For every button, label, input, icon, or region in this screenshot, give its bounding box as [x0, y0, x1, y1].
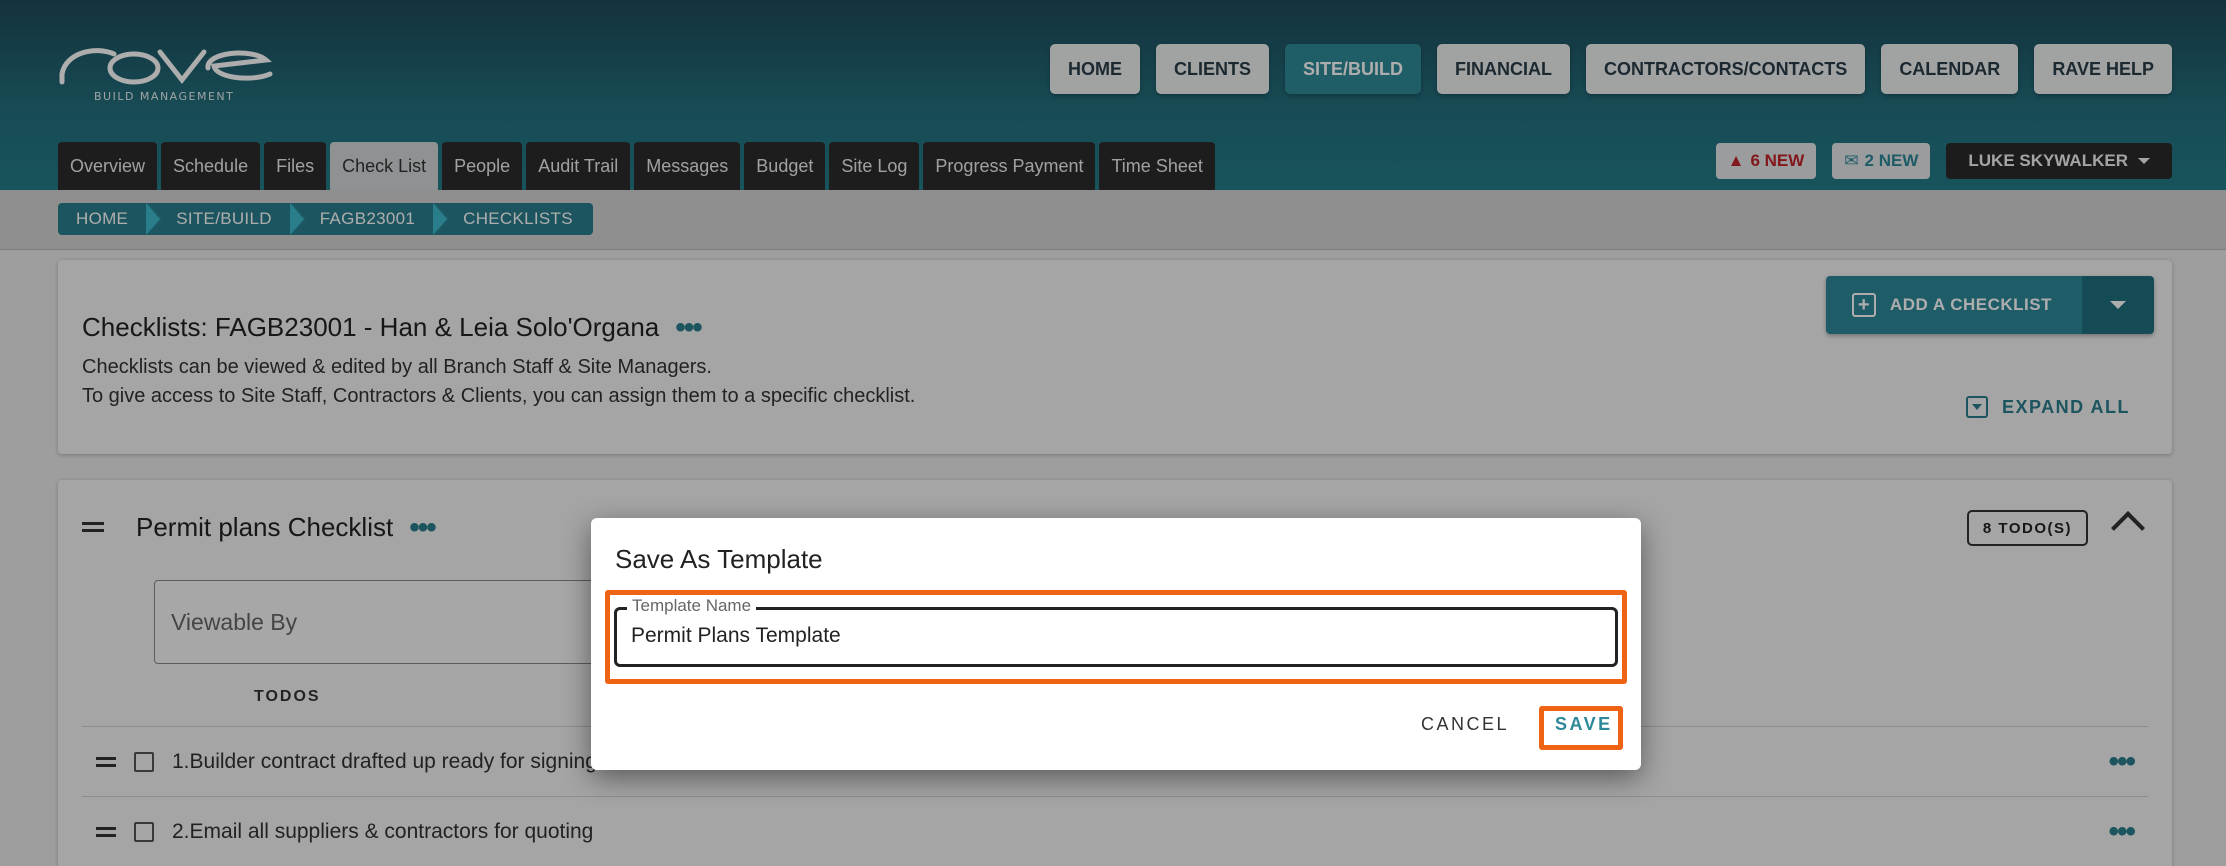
dialog-title: Save As Template — [615, 544, 823, 574]
template-name-input[interactable] — [631, 624, 1591, 648]
template-name-label: Template Name — [627, 596, 757, 616]
save-template-dialog: Save As Template Template Name CANCEL SA… — [591, 518, 1641, 770]
cancel-button[interactable]: CANCEL — [1421, 714, 1509, 735]
template-name-field[interactable]: Template Name — [614, 596, 1618, 667]
save-button[interactable]: SAVE — [1555, 714, 1613, 735]
